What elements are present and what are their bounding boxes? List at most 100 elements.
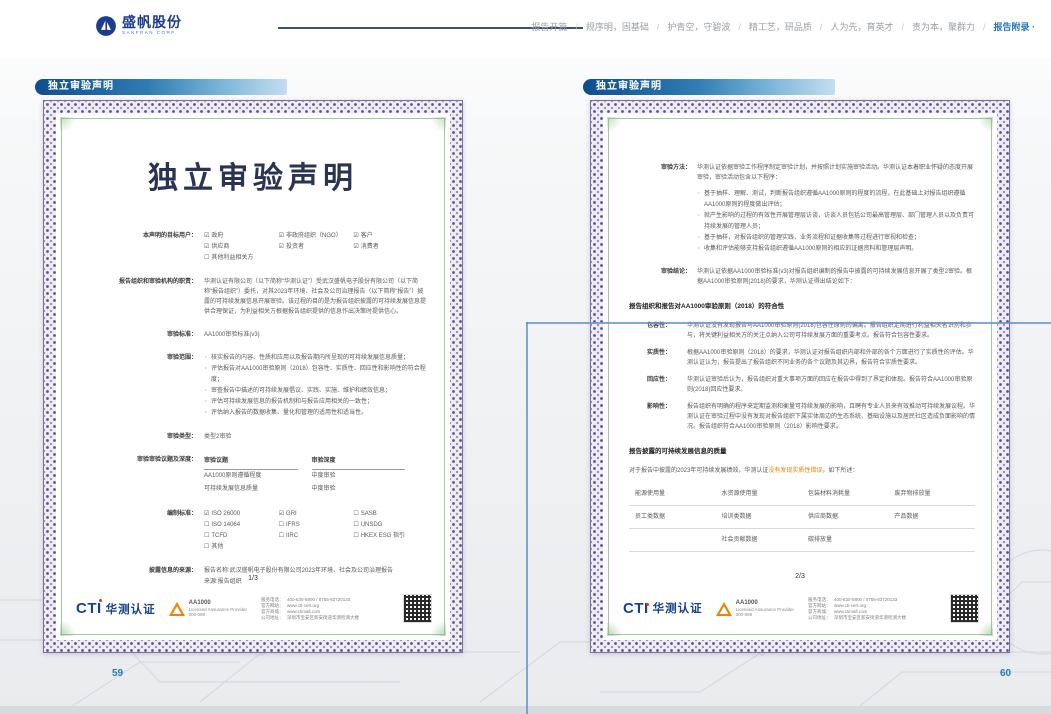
aa1000-number: 000-089 xyxy=(189,612,247,618)
nav-item[interactable]: / 报告开篇 xyxy=(531,20,567,33)
responsibility-text: 华测认证有限公司（以下简称“华测认证”）受武汉盛帆电子股份有限公司（以下简称“报… xyxy=(204,277,428,317)
checkbox-label: 非政府组织（NGO） xyxy=(286,233,342,239)
field-responsibility: 报告组织和审验机构的职责： 华测认证有限公司（以下简称“华测认证”）受武汉盛帆电… xyxy=(75,277,428,317)
checkbox-icon: ☐ xyxy=(204,533,209,539)
company-logo[interactable]: 盛帆股份 SANFRAN CORP xyxy=(95,15,182,37)
assurance-statement-page-2: 审验方法： 华测认证依据审验工作程序制定审验计划，并按照计划实施审验活动。华测认… xyxy=(590,100,1010,653)
quality-heading: 报告披露的可持续发展信息的质量 xyxy=(629,447,975,457)
lace-border: 独立审验声明 本声明的目标用户： ☑政府 ☑非政府组织（NGO） xyxy=(43,100,463,653)
checkbox-item: ☑ISO 26000 xyxy=(204,509,279,520)
quality-cell: 培训类数据 xyxy=(716,512,803,522)
checkbox-item: ☑GRI xyxy=(279,509,354,520)
checkbox-label: IIRC xyxy=(286,533,298,539)
checkbox-icon: ☐ xyxy=(279,522,284,528)
checkbox-label: GRI xyxy=(286,511,297,517)
nav-item-label[interactable]: 人为先，育英才 xyxy=(830,20,893,33)
certificate-paper: 审验方法： 华测认证依据审验工作程序制定审验计划，并按照计划实施审验活动。华测认… xyxy=(608,118,992,635)
scope-item: 评估报告对AA1000审验原则（2018）包容性、实质性、回应性和影响性的符合程… xyxy=(204,364,428,386)
contact-value: 深圳市宝安区新安街道华测检测大楼 xyxy=(287,615,359,621)
topics-table: 审验议题 审验深度 AA1000原则遵循程度 中度审验 xyxy=(204,455,419,496)
checkbox-item: ☑消费者 xyxy=(353,242,428,253)
standard-value: AA1000审验标准(v3) xyxy=(204,330,428,340)
checkbox-icon: ☑ xyxy=(279,244,284,250)
principle-text: 华测认证没有发现报告与AA1000审验原则(2018)包容性原则的偏离。报告组织… xyxy=(687,321,975,341)
nav-item[interactable]: / 规序明，固基础 xyxy=(567,20,649,33)
field-label: 审验标准： xyxy=(75,330,197,340)
checkbox-icon: ☑ xyxy=(353,233,358,239)
company-name: 盛帆股份 xyxy=(122,15,182,30)
nav-item[interactable]: / 责为本，聚群力 xyxy=(893,20,975,33)
cti-logo-name: 华测认证 xyxy=(653,604,703,614)
field-target-users: 本声明的目标用户： ☑政府 ☑非政府组织（NGO） ☑客户 xyxy=(75,231,428,264)
lace-border: 审验方法： 华测认证依据审验工作程序制定审验计划，并按照计划实施审验活动。华测认… xyxy=(590,100,1010,653)
aa1000-title: AA1000 xyxy=(736,600,794,607)
contact-block: 服务电话： 400-630-5800 / 0755-82720133 官方网站：… xyxy=(261,597,359,621)
checkbox-label: 投资者 xyxy=(286,244,304,250)
principle-label: 包容性： xyxy=(647,321,683,341)
nav-item-label[interactable]: 报告开篇 xyxy=(531,20,567,33)
quality-table-row: 员工类数据 培训类数据 供应商数据 产品数据 xyxy=(629,506,975,529)
nav-item-label[interactable]: 精工艺，研品质 xyxy=(749,20,812,33)
field-label: 审验范围： xyxy=(75,353,197,419)
principle-label: 实质性： xyxy=(647,348,683,368)
nav-item-label[interactable]: 责为本，聚群力 xyxy=(912,20,975,33)
nav-item[interactable]: / 精工艺，研品质 xyxy=(730,20,812,33)
nav-item[interactable]: / 人为先，育英才 xyxy=(812,20,894,33)
checkbox-item: ☐HKEX ESG 指引 xyxy=(353,531,428,542)
nav-item-label[interactable]: 规序明，固基础 xyxy=(586,20,649,33)
nav-separator: / xyxy=(975,22,994,32)
method-item: 基于抽样、理解、测试，判断报告组织遵循AA1000原则的程度的流程，在此基础上对… xyxy=(697,189,975,211)
field-label: 编制标准： xyxy=(75,509,197,553)
checkbox-label: ISO 14064 xyxy=(211,522,240,528)
quality-cell: 碳排放量 xyxy=(802,535,889,545)
nav-item[interactable]: / 报告附录 · xyxy=(975,20,1035,33)
qr-code xyxy=(950,594,979,623)
checkbox-icon: ☑ xyxy=(204,244,209,250)
nav-item-label[interactable]: 报告附录 · xyxy=(994,20,1036,33)
quality-highlight: 没有发现实质性错误 xyxy=(768,468,822,474)
quality-table-row: 能源使用量 水资源使用量 包装材料消耗量 废弃物排放量 xyxy=(629,483,975,506)
checkbox-item: ☐其他利益相关方 xyxy=(204,253,279,264)
quality-intro-suffix: ，如下所述： xyxy=(822,468,858,474)
scope-item: 审查报告中描述的可持续发展倡议、实践、实施、维护和绩效信息； xyxy=(204,386,428,397)
aa1000-badge: AA1000 Licensed Assurance Provider 000-0… xyxy=(168,600,247,618)
field-conclusion: 审验结论： 华测认证依据AA1000审验标准(v3)对报告组织编制的报告中披露的… xyxy=(629,267,975,287)
checkbox-icon: ☐ xyxy=(279,533,284,539)
field-method: 审验方法： 华测认证依据审验工作程序制定审验计划，并按照计划实施审验活动。华测认… xyxy=(629,163,975,255)
corner-ornament xyxy=(60,117,76,133)
method-list: 基于抽样、理解、测试，判断报告组织遵循AA1000原则的程度的流程，在此基础上对… xyxy=(697,189,975,255)
quality-cell: 能源使用量 xyxy=(629,489,716,499)
target-users-checkboxes: ☑政府 ☑非政府组织（NGO） ☑客户 ☑供应商 ☑投资者 xyxy=(204,231,428,264)
certificate-title: 独立审验声明 xyxy=(62,119,444,197)
corner-ornament xyxy=(430,620,446,636)
checkbox-label: UNSDG xyxy=(361,522,383,528)
quality-cell xyxy=(889,535,976,545)
topics-table-rows: AA1000原则遵循程度 中度审验 可持续发展信息质量 中度审验 xyxy=(204,470,419,496)
cti-logo-text: CTI xyxy=(623,604,649,614)
cti-logo-dot xyxy=(646,603,649,606)
quality-cell: 废弃物排放量 xyxy=(889,489,976,499)
nav-item[interactable]: / 护青空，守碧波 xyxy=(649,20,731,33)
checkbox-icon: ☐ xyxy=(204,544,209,550)
topics-col2-header: 审验深度 xyxy=(312,455,406,470)
sheet-page-indicator: 2/3 xyxy=(609,572,991,582)
nav-item-label[interactable]: 护青空，守碧波 xyxy=(667,20,730,33)
principle-row: 实质性： 根据AA1000审验原则（2018）的要求，华测认证对报告组织内部和外… xyxy=(647,348,975,368)
checkbox-label: 其他 xyxy=(211,544,223,550)
quality-intro-prefix: 对于报告中披露的2023年可持续发展绩效，华测认证 xyxy=(629,468,768,474)
quality-cell: 供应商数据 xyxy=(802,512,889,522)
company-logo-icon xyxy=(95,15,117,37)
cti-logo: CTI 华测认证 xyxy=(76,600,156,617)
cti-logo-name: 华测认证 xyxy=(106,601,156,617)
nav-separator: / xyxy=(893,22,912,32)
principle-row: 包容性： 华测认证没有发现报告与AA1000审验原则(2018)包容性原则的偏离… xyxy=(647,321,975,341)
quality-indicators-table: 能源使用量 水资源使用量 包装材料消耗量 废弃物排放量 员工类数据 培训类数据 … xyxy=(629,483,975,552)
quality-intro: 对于报告中披露的2023年可持续发展绩效，华测认证没有发现实质性错误，如下所述： xyxy=(629,466,975,476)
method-item: 收集和评估能够支持报告组织遵循AA1000原则的相应的证据资料和管理层声明。 xyxy=(697,244,975,255)
principle-label: 影响性： xyxy=(647,402,683,432)
quality-cell: 水资源使用量 xyxy=(716,489,803,499)
field-topics: 审验审验议题及深度： 审验议题 审验深度 xyxy=(75,455,428,496)
field-label: 审验审验议题及深度： xyxy=(75,455,197,496)
contact-block: 服务电话： 400-630-5800 / 0755-82720133 官方网站：… xyxy=(808,597,906,621)
checkbox-label: HKEX ESG 指引 xyxy=(361,533,405,539)
